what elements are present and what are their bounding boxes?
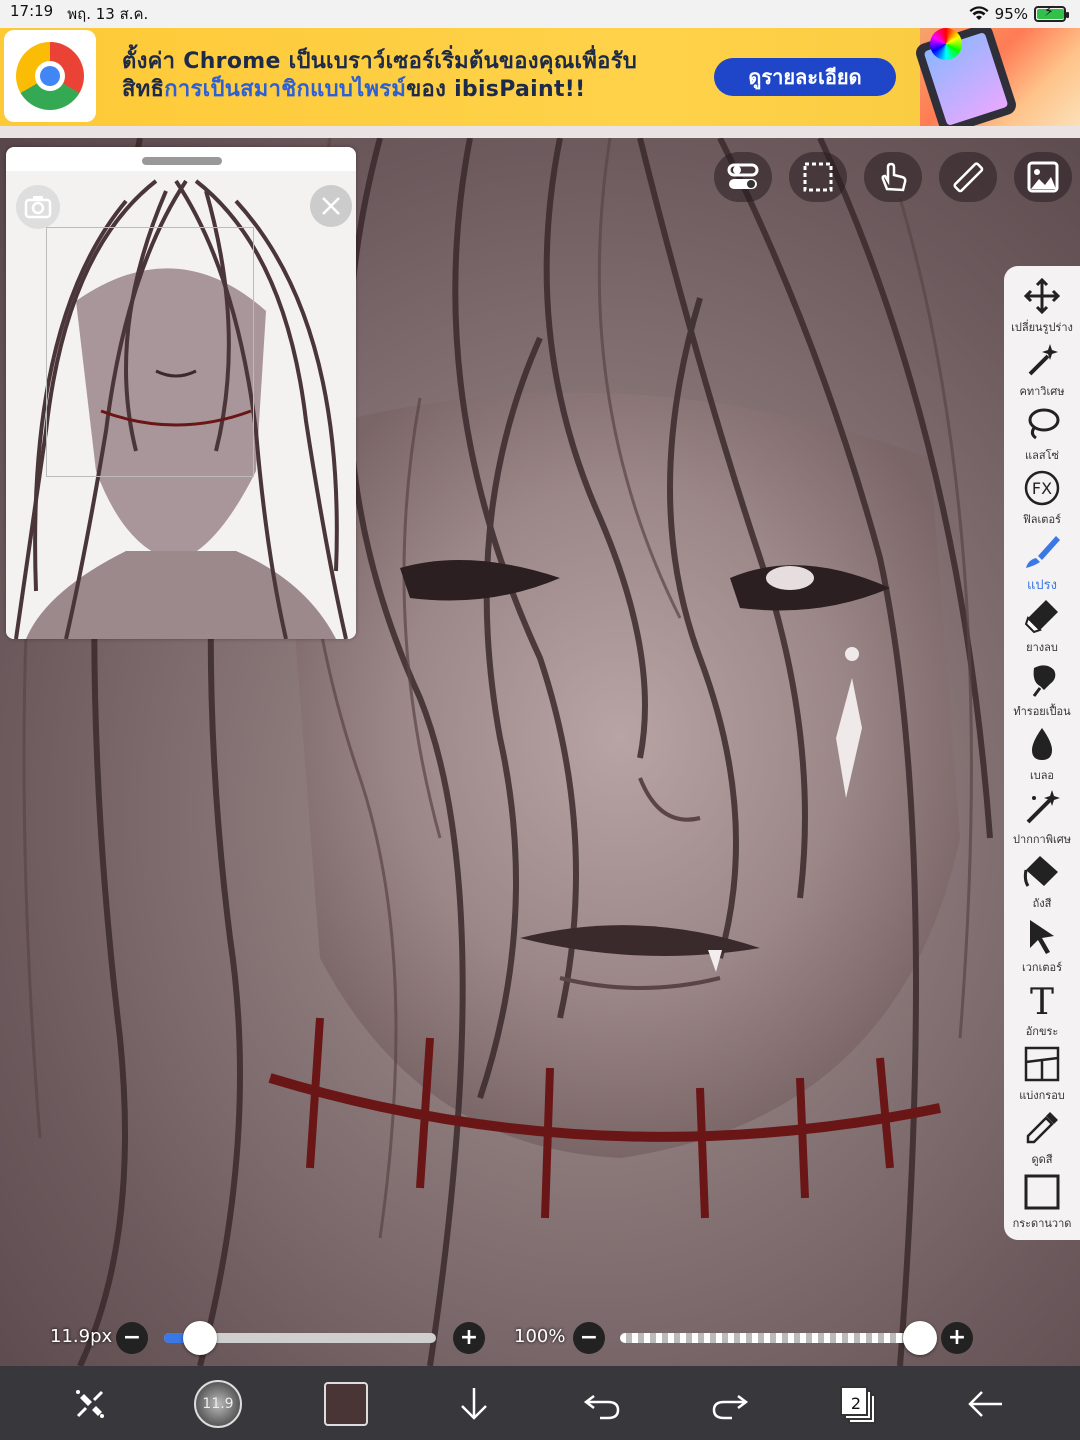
bottom-toolbar: 11.9 2 bbox=[0, 1366, 1080, 1440]
svg-text:T: T bbox=[1030, 982, 1054, 1020]
tool-label: เปลี่ยนรูปร่าง bbox=[1011, 321, 1073, 334]
tool-label: ดูดสี bbox=[1031, 1153, 1053, 1166]
gallery-icon[interactable] bbox=[1014, 152, 1072, 202]
tool-label: เวกเตอร์ bbox=[1021, 961, 1062, 974]
opacity-slider[interactable] bbox=[620, 1333, 920, 1343]
banner-line2-suffix: ของ ibisPaint!! bbox=[406, 77, 586, 102]
brush-icon bbox=[1026, 536, 1060, 568]
tool-label: เบลอ bbox=[1029, 769, 1055, 782]
color-button[interactable] bbox=[318, 1376, 374, 1432]
status-date: พฤ. 13 ส.ค. bbox=[67, 5, 149, 23]
text-icon: T bbox=[1030, 982, 1054, 1020]
down-arrow-icon[interactable] bbox=[446, 1376, 502, 1432]
redo-icon[interactable] bbox=[702, 1376, 758, 1432]
slider-row: 11.9px − + 100% − + bbox=[0, 1314, 1080, 1362]
tool-vector[interactable]: เวกเตอร์ bbox=[1004, 916, 1080, 980]
ruler-icon[interactable] bbox=[939, 152, 997, 202]
blur-icon bbox=[1032, 728, 1052, 760]
tool-label: แบ่งกรอบ bbox=[1019, 1089, 1065, 1102]
brush-size-minus-button[interactable]: − bbox=[116, 1322, 148, 1354]
brush-size-knob[interactable] bbox=[182, 1321, 217, 1355]
brush-size-plus-button[interactable]: + bbox=[453, 1322, 485, 1354]
tool-frame-divider[interactable]: แบ่งกรอบ bbox=[1004, 1044, 1080, 1108]
banner-line2-highlight: การเป็นสมาชิกแบบไพรม์ bbox=[164, 77, 407, 102]
tool-blur[interactable]: เบลอ bbox=[1004, 724, 1080, 788]
current-color-swatch bbox=[324, 1382, 368, 1426]
tool-lasso[interactable]: แลสโซ่ bbox=[1004, 404, 1080, 468]
tool-label: ถังสี bbox=[1032, 897, 1052, 910]
tool-panel: เปลี่ยนรูปร่างคทาวิเศษแลสโซ่ FX ฟิลเตอร์แป… bbox=[1004, 266, 1080, 1240]
chrome-logo-icon bbox=[4, 30, 96, 122]
selection-icon[interactable] bbox=[789, 152, 847, 202]
toggle-icon[interactable] bbox=[714, 152, 772, 202]
banner-message: ตั้งค่า Chrome เป็นเบราว์เซอร์เริ่มต้นขอ… bbox=[122, 48, 637, 104]
tool-move[interactable]: เปลี่ยนรูปร่าง bbox=[1004, 276, 1080, 340]
back-arrow-icon[interactable] bbox=[958, 1376, 1014, 1432]
undo-icon[interactable] bbox=[574, 1376, 630, 1432]
eyedropper-icon bbox=[1026, 1112, 1058, 1144]
opacity-knob[interactable] bbox=[903, 1321, 937, 1355]
frame-divider-icon bbox=[1024, 1046, 1060, 1082]
navigator-panel[interactable] bbox=[6, 147, 356, 639]
opacity-label: 100% bbox=[514, 1326, 566, 1347]
tool-special-pen[interactable]: ปากกาพิเศษ bbox=[1004, 788, 1080, 852]
tool-label: กระดานวาด bbox=[1012, 1217, 1072, 1230]
vector-icon bbox=[1030, 920, 1054, 954]
brush-size-preview: 11.9 bbox=[194, 1380, 242, 1428]
battery-icon: ⚡ bbox=[1034, 4, 1069, 22]
tool-fx[interactable]: FX ฟิลเตอร์ bbox=[1004, 468, 1080, 532]
layers-icon: 2 bbox=[840, 1386, 876, 1424]
brush-size-label: 11.9px bbox=[50, 1326, 113, 1347]
tool-magic-wand[interactable]: คทาวิเศษ bbox=[1004, 340, 1080, 404]
battery-percent: 95% bbox=[994, 5, 1028, 23]
brush-preview-button[interactable]: 11.9 bbox=[190, 1376, 246, 1432]
tool-text[interactable]: T อักขระ bbox=[1004, 980, 1080, 1044]
magic-wand-icon bbox=[1028, 344, 1058, 376]
navigator-viewport-frame[interactable] bbox=[46, 227, 254, 477]
special-pen-icon bbox=[1026, 790, 1060, 824]
fx-icon: FX bbox=[1024, 470, 1060, 506]
navigator-handle[interactable] bbox=[142, 157, 222, 165]
tool-label: ฟิลเตอร์ bbox=[1023, 513, 1061, 526]
view-details-button[interactable]: ดูรายละเอียด bbox=[714, 58, 896, 96]
status-bar: 17:19 พฤ. 13 ส.ค. 95% ⚡ bbox=[0, 0, 1080, 28]
tool-label: อักขระ bbox=[1025, 1025, 1059, 1038]
canvas-icon bbox=[1024, 1174, 1060, 1210]
status-time: 17:19 bbox=[10, 2, 54, 20]
banner-line2-prefix: สิทธิ bbox=[122, 77, 165, 102]
tool-brush[interactable]: แปรง bbox=[1004, 532, 1080, 596]
opacity-plus-button[interactable]: + bbox=[941, 1322, 973, 1354]
wifi-icon bbox=[969, 6, 989, 20]
lasso-icon bbox=[1028, 408, 1060, 440]
tool-label: ปากกาพิเศษ bbox=[1013, 833, 1071, 846]
hand-icon[interactable] bbox=[864, 152, 922, 202]
banner-divider bbox=[0, 126, 1080, 138]
layer-count: 2 bbox=[850, 1393, 862, 1413]
svg-text:FX: FX bbox=[1032, 479, 1052, 498]
layers-button[interactable]: 2 bbox=[830, 1376, 886, 1432]
tool-label: ยางลบ bbox=[1026, 641, 1058, 654]
tool-eyedropper[interactable]: ดูดสี bbox=[1004, 1108, 1080, 1172]
smudge-icon bbox=[1032, 665, 1056, 697]
banner-line2: สิทธิการเป็นสมาชิกแบบไพรม์ของ ibisPaint!… bbox=[122, 76, 637, 104]
banner-illustration bbox=[913, 28, 1080, 126]
tool-label: ทำรอยเปื้อน bbox=[1013, 705, 1071, 718]
promo-banner[interactable]: ตั้งค่า Chrome เป็นเบราว์เซอร์เริ่มต้นขอ… bbox=[0, 28, 1080, 126]
banner-line1: ตั้งค่า Chrome เป็นเบราว์เซอร์เริ่มต้นขอ… bbox=[122, 49, 638, 74]
tool-smudge[interactable]: ทำรอยเปื้อน bbox=[1004, 660, 1080, 724]
eraser-icon bbox=[1024, 600, 1058, 634]
tool-label: คทาวิเศษ bbox=[1019, 385, 1065, 398]
transform-tool-icon[interactable] bbox=[62, 1376, 118, 1432]
bucket-icon bbox=[1023, 856, 1058, 887]
tool-label: แปรง bbox=[1027, 578, 1057, 593]
tool-label: แลสโซ่ bbox=[1025, 449, 1059, 462]
tool-eraser[interactable]: ยางลบ bbox=[1004, 596, 1080, 660]
tool-bucket[interactable]: ถังสี bbox=[1004, 852, 1080, 916]
close-icon[interactable] bbox=[310, 185, 352, 227]
camera-icon[interactable] bbox=[16, 185, 60, 229]
opacity-minus-button[interactable]: − bbox=[573, 1322, 605, 1354]
tool-canvas[interactable]: กระดานวาด bbox=[1004, 1172, 1080, 1236]
move-icon bbox=[1023, 277, 1061, 315]
